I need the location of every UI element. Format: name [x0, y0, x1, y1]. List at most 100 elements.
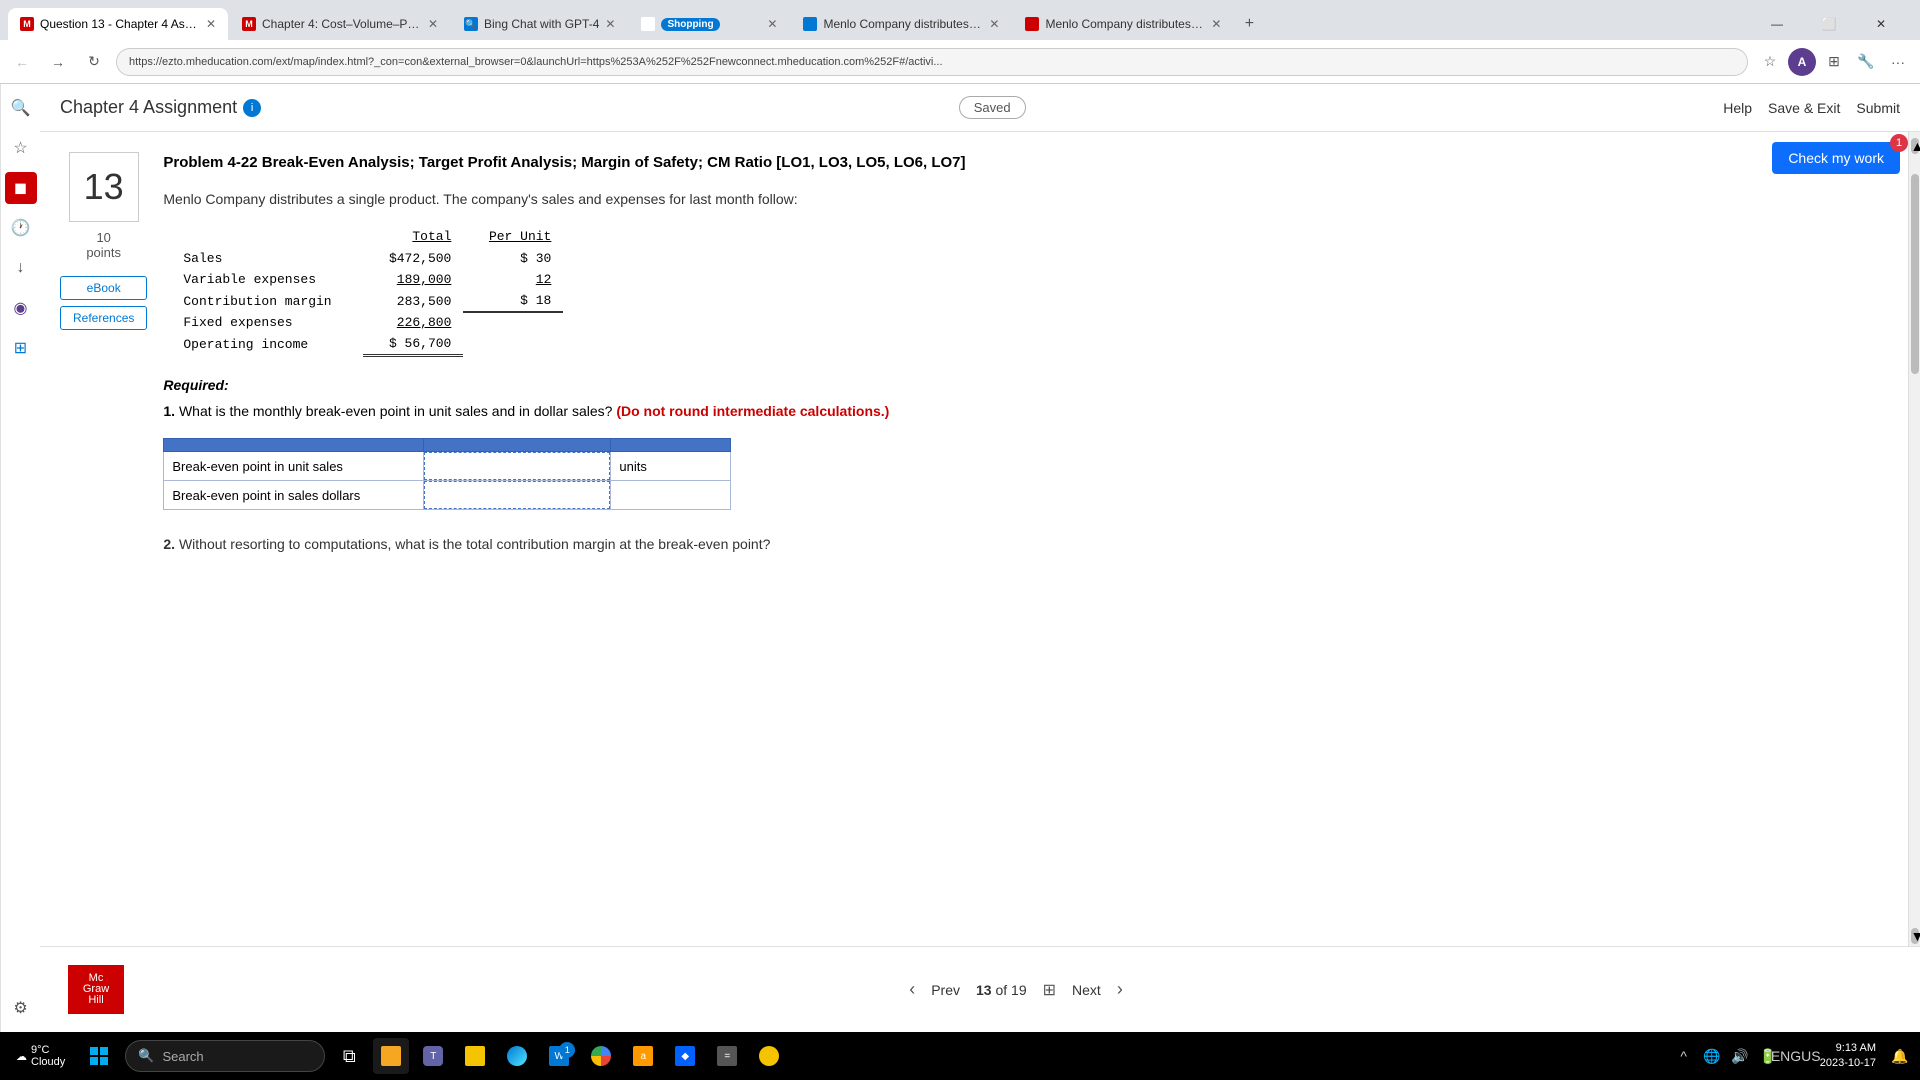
- minimize-button[interactable]: —: [1754, 8, 1800, 40]
- collections-icon[interactable]: ⊞: [1820, 48, 1848, 76]
- taskbar-teams-icon[interactable]: T: [415, 1038, 451, 1074]
- datetime-display[interactable]: 9:13 AM 2023-10-17: [1812, 1041, 1884, 1072]
- forward-button[interactable]: →: [44, 48, 72, 76]
- tab-favicon-3: 🔍: [464, 17, 478, 31]
- refresh-button[interactable]: ↻: [80, 48, 108, 76]
- sidebar-office-icon[interactable]: ⊞: [5, 332, 37, 364]
- break-even-units-input[interactable]: [424, 452, 610, 480]
- close-button[interactable]: ✕: [1858, 8, 1904, 40]
- tab-close-5[interactable]: ✕: [989, 17, 999, 31]
- more-options-icon[interactable]: ···: [1884, 48, 1912, 76]
- info-icon[interactable]: i: [243, 99, 261, 117]
- scroll-down-arrow[interactable]: ▼: [1911, 928, 1919, 944]
- tray-locale-icon[interactable]: ENG US: [1784, 1044, 1808, 1068]
- break-even-dollars-unit: [611, 481, 731, 510]
- tab-close-4[interactable]: ✕: [767, 17, 777, 31]
- scroll-up-arrow[interactable]: ▲: [1911, 138, 1919, 154]
- check-my-work-button[interactable]: Check my work 1: [1772, 142, 1900, 174]
- taskbar-search-icon: 🔍: [138, 1048, 154, 1064]
- question-2-number: 2.: [163, 536, 179, 552]
- mcgraw-hill-logo: Mc Graw Hill: [60, 957, 132, 1022]
- break-even-units-input-cell: [424, 452, 611, 481]
- points-display: 10 points: [86, 230, 121, 260]
- references-button[interactable]: References: [60, 306, 147, 330]
- taskbar: ☁ 9°C Cloudy 🔍 Search ⧉ T: [0, 1032, 1920, 1080]
- notification-icon[interactable]: 🔔: [1888, 1044, 1912, 1068]
- break-even-dollars-input[interactable]: [424, 481, 610, 509]
- sidebar-downloads-icon[interactable]: ↓: [5, 252, 37, 284]
- weather-temp: 9°C: [31, 1044, 65, 1056]
- taskbar-edge-icon[interactable]: [499, 1038, 535, 1074]
- current-page: 13: [976, 982, 992, 998]
- browser-extensions-icon[interactable]: 🔧: [1852, 48, 1880, 76]
- question-1-text: What is the monthly break-even point in …: [179, 403, 612, 419]
- table-row: Break-even point in sales dollars: [164, 481, 731, 510]
- tab-bing[interactable]: 🔍 Bing Chat with GPT-4 ✕: [452, 8, 627, 40]
- tray-expand-icon[interactable]: ^: [1672, 1044, 1696, 1068]
- sidebar-settings-icon[interactable]: ⚙: [5, 992, 37, 1024]
- submit-button[interactable]: Submit: [1856, 100, 1900, 116]
- tab-close-2[interactable]: ✕: [428, 17, 438, 31]
- scroll-thumb[interactable]: [1911, 174, 1919, 374]
- tab-label-6: Menlo Company distributes a...: [1045, 17, 1205, 31]
- next-arrow-icon[interactable]: ›: [1117, 979, 1123, 1000]
- total-contribution: 283,500: [363, 290, 463, 312]
- tab-close-3[interactable]: ✕: [605, 17, 615, 31]
- tray-network-icon[interactable]: 🌐: [1700, 1044, 1724, 1068]
- unit-sales: $ 30: [463, 248, 563, 269]
- weather-icon: ☁: [16, 1050, 27, 1063]
- new-tab-button[interactable]: +: [1235, 10, 1263, 38]
- taskbar-norton-icon[interactable]: [751, 1038, 787, 1074]
- sidebar-favorites-icon[interactable]: ☆: [5, 132, 37, 164]
- prev-arrow-icon[interactable]: ‹: [909, 979, 915, 1000]
- weather-info: 9°C Cloudy: [31, 1044, 65, 1068]
- task-view-button[interactable]: ⧉: [331, 1038, 367, 1074]
- break-even-dollars-label: Break-even point in sales dollars: [164, 481, 424, 510]
- table-row: Break-even point in unit sales units: [164, 452, 731, 481]
- problem-description: Menlo Company distributes a single produ…: [163, 189, 1888, 210]
- tab-label-5: Menlo Company distributes a...: [823, 17, 983, 31]
- tab-question13[interactable]: M Question 13 - Chapter 4 Assi... ✕: [8, 8, 228, 40]
- sidebar-apps-icon[interactable]: ◉: [5, 292, 37, 324]
- taskbar-amazon-icon[interactable]: a: [625, 1038, 661, 1074]
- tab-chapter4[interactable]: M Chapter 4: Cost–Volume–Profi... ✕: [230, 8, 450, 40]
- save-exit-link[interactable]: Save & Exit: [1768, 100, 1840, 116]
- taskbar-files-icon[interactable]: [457, 1038, 493, 1074]
- tray-volume-icon[interactable]: 🔊: [1728, 1044, 1752, 1068]
- taskbar-dropbox-icon[interactable]: ◆: [667, 1038, 703, 1074]
- sidebar-collections-icon[interactable]: ◼: [5, 172, 37, 204]
- tab-close-6[interactable]: ✕: [1211, 17, 1221, 31]
- hill-text: Hill: [88, 995, 103, 1006]
- start-button[interactable]: [79, 1038, 119, 1074]
- maximize-button[interactable]: ⬜: [1806, 8, 1852, 40]
- col-unit-header: Per Unit: [463, 226, 563, 248]
- tab-close-1[interactable]: ✕: [206, 17, 216, 31]
- norton-icon-img: [759, 1046, 779, 1066]
- tab-menlo1[interactable]: Menlo Company distributes a... ✕: [791, 8, 1011, 40]
- taskbar-calculator-icon[interactable]: =: [709, 1038, 745, 1074]
- total-variable: 189,000: [363, 269, 463, 290]
- next-link[interactable]: Next: [1072, 982, 1101, 998]
- profile-icon[interactable]: A: [1788, 48, 1816, 76]
- sidebar-search-icon[interactable]: 🔍: [5, 92, 37, 124]
- tab-favicon-4: [641, 17, 655, 31]
- ebook-button[interactable]: eBook: [60, 276, 147, 300]
- favorites-icon[interactable]: ☆: [1756, 48, 1784, 76]
- sidebar-history-icon[interactable]: 🕐: [5, 212, 37, 244]
- scrollbar[interactable]: ▲ ▼: [1908, 132, 1920, 946]
- grid-view-icon[interactable]: ⊞: [1043, 980, 1056, 1000]
- back-button[interactable]: ←: [8, 48, 36, 76]
- question-number: 13: [84, 166, 124, 208]
- tab-menlo2[interactable]: Menlo Company distributes a... ✕: [1013, 8, 1233, 40]
- tab-shopping[interactable]: Shopping ✕: [629, 8, 789, 40]
- taskbar-store-icon[interactable]: W 1: [541, 1038, 577, 1074]
- taskbar-search[interactable]: 🔍 Search: [125, 1040, 325, 1072]
- help-link[interactable]: Help: [1723, 100, 1752, 116]
- prev-link[interactable]: Prev: [931, 982, 960, 998]
- problem-title: Problem 4-22 Break-Even Analysis; Target…: [163, 152, 1888, 173]
- url-bar[interactable]: https://ezto.mheducation.com/ext/map/ind…: [116, 48, 1748, 76]
- scroll-area: 13 10 points eBook References Pro: [40, 132, 1920, 946]
- taskbar-explorer-icon[interactable]: [373, 1038, 409, 1074]
- taskbar-chrome-icon[interactable]: [583, 1038, 619, 1074]
- tab-label-2: Chapter 4: Cost–Volume–Profi...: [262, 17, 422, 31]
